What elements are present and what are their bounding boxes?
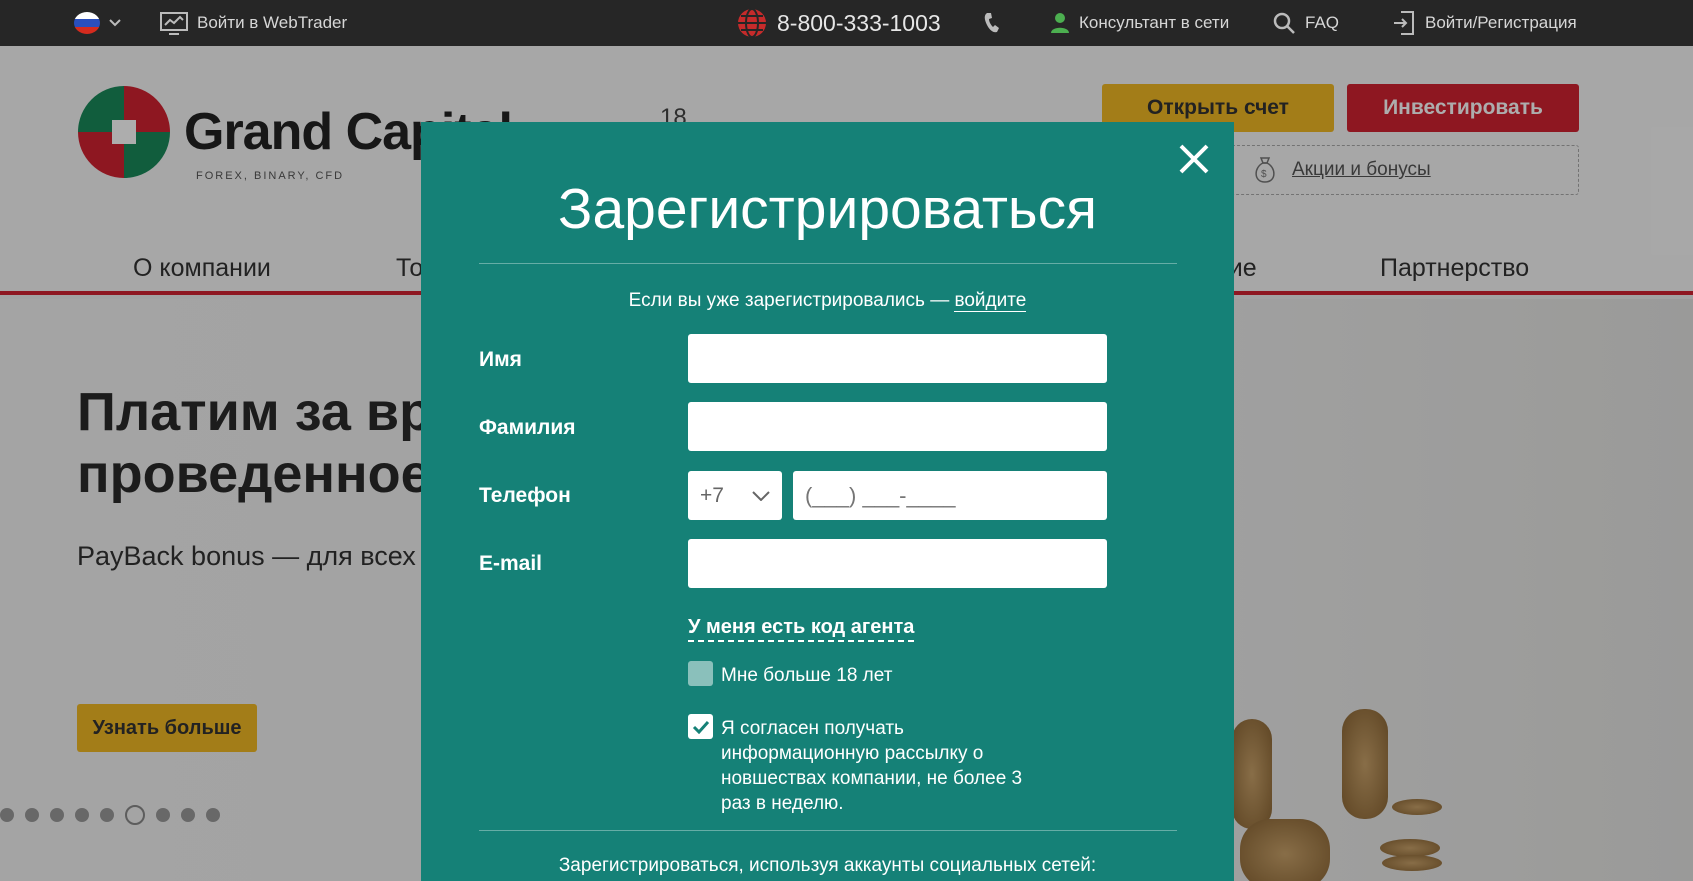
country-code-value: +7 [700,483,724,507]
age-checkbox[interactable] [688,661,713,686]
user-online-icon [1051,13,1069,33]
russia-flag-icon [74,12,100,34]
login-icon [1394,11,1414,35]
phone-label: Телефон [479,484,571,507]
last-name-label: Фамилия [479,416,576,439]
last-name-input[interactable] [688,402,1107,451]
newsletter-checkbox[interactable] [688,714,713,739]
login-prompt: Если вы уже зарегистрировались — войдите [421,290,1234,312]
newsletter-checkbox-label: Я согласен получать информационную рассы… [721,718,1023,814]
chevron-down-icon [752,490,770,501]
login-register-label: Войти/Регистрация [1425,13,1577,32]
phone-input[interactable] [793,471,1107,520]
close-icon[interactable] [1177,142,1211,176]
login-link[interactable]: войдите [954,290,1027,312]
chevron-down-icon [109,19,121,27]
first-name-label: Имя [479,348,522,371]
country-code-select[interactable]: +7 [688,471,782,520]
consultant-label: Консультант в сети [1079,13,1230,32]
call-button[interactable] [982,0,1002,46]
top-bar: Войти в WebTrader 8-800-333-1003 Консуль… [0,0,1693,46]
phone-link[interactable]: 8-800-333-1003 [736,0,941,46]
globe-icon [738,8,766,38]
modal-title: Зарегистрироваться [558,177,1097,241]
email-input[interactable] [688,539,1107,588]
faq-label: FAQ [1305,13,1340,32]
login-register-link[interactable]: Войти/Регистрация [1392,0,1577,46]
divider [479,830,1177,831]
agent-code-link[interactable]: У меня есть код агента [688,616,915,642]
monitor-chart-icon [160,12,188,35]
consultant-link[interactable]: Консультант в сети [1050,0,1229,46]
registration-modal: Зарегистрироваться Если вы уже зарегистр… [421,122,1234,881]
phone-number: 8-800-333-1003 [777,9,941,36]
login-prompt-text: Если вы уже зарегистрировались — [628,290,955,311]
email-label: E-mail [479,552,543,575]
phone-icon [984,13,999,33]
faq-link[interactable]: FAQ [1272,0,1339,46]
checkmark-icon [692,720,709,734]
language-selector[interactable] [74,0,121,46]
search-icon [1273,12,1295,34]
webtrader-label: Войти в WebTrader [197,13,348,32]
divider [479,263,1177,264]
first-name-input[interactable] [688,334,1107,383]
age-checkbox-label: Мне больше 18 лет [721,665,893,686]
webtrader-link[interactable]: Войти в WebTrader [160,0,347,46]
social-signup-text: Зарегистрироваться, используя аккаунты с… [558,855,1097,876]
